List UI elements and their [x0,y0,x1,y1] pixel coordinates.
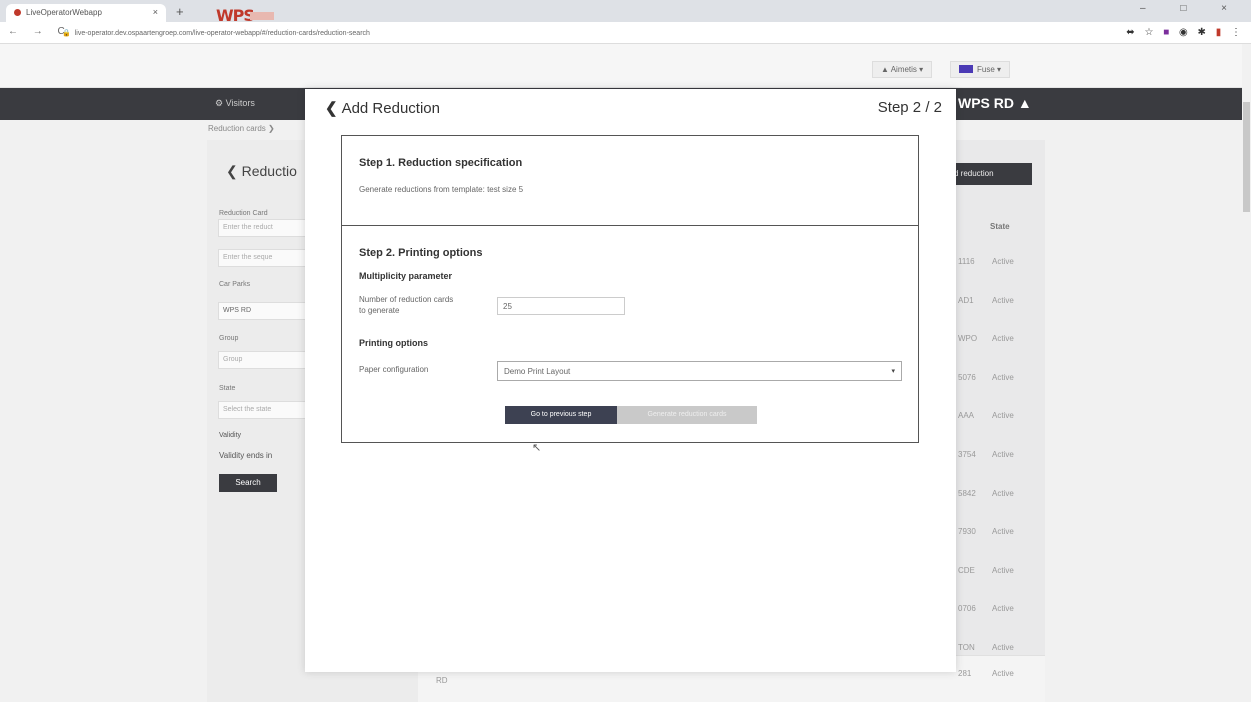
modal-title[interactable]: ❮ Add Reduction [325,99,440,117]
step2-title: Step 2. Printing options [359,247,483,259]
row-code: 1116 [958,257,975,266]
address-bar: ← → C 🔒 live-operator.dev.ospaartengroep.… [0,22,1251,44]
car-park-selector[interactable]: WPS RD ▲ [958,95,1032,111]
printing-options-title: Printing options [359,338,428,348]
row-state: Active [992,257,1014,266]
flag-icon [959,65,973,73]
row-code: 281 [958,669,972,678]
step1-description: Generate reductions from template: test … [359,185,524,194]
browser-tab[interactable]: LiveOperatorWebapp × [6,4,166,22]
reduction-card-label: Reduction Card [219,210,268,217]
row-code: 3754 [958,450,976,459]
row-code: 5842 [958,489,976,498]
group-label: Group [219,335,239,342]
puzzle-icon[interactable]: ✱ [1198,27,1206,38]
favicon-icon [14,9,21,16]
chevron-down-icon: ▾ [891,368,895,375]
add-reduction-modal: ❮ Add Reduction Step 2 / 2 Step 1. Reduct… [305,89,956,672]
row-state: Active [992,450,1014,459]
row-state: Active [992,669,1014,678]
row-code: WPO [958,334,978,343]
extensions-bar: ⬌ ☆ ■ ◉ ✱ ▮ ⋮ [1119,27,1241,38]
wizard-box: Step 1. Reduction specification Generate… [341,135,919,443]
wps-logo[interactable]: WPS [216,6,255,25]
state-column-header: State [990,222,1010,231]
row-code: AAA [958,411,975,420]
paper-configuration-label: Paper configuration [359,365,429,374]
extension-icon[interactable]: ⬌ [1126,27,1134,38]
state-select[interactable]: Select the state [218,401,318,419]
paper-configuration-value: Demo Print Layout [504,367,571,376]
extension-icon[interactable]: ◉ [1179,27,1188,38]
car-parks-label: Car Parks [219,281,251,288]
star-icon[interactable]: ☆ [1144,27,1153,38]
previous-step-button[interactable]: Go to previous step [505,406,617,424]
new-tab-button[interactable]: + [176,4,184,19]
row-state: Active [992,334,1014,343]
lock-icon: 🔒 [62,30,71,37]
car-parks-select[interactable]: WPS RD [218,302,318,320]
generate-cards-button[interactable]: Generate reduction cards [617,406,757,424]
row-code: 0706 [958,604,976,613]
extension-icon[interactable]: ■ [1163,27,1169,38]
validity-label: Validity [219,432,242,439]
breadcrumb[interactable]: Reduction cards ❯ [208,124,275,133]
row-code: 7930 [958,527,976,536]
language-label: Fuse ▾ [977,65,1002,74]
row-code: TON [958,643,975,652]
page-scrollbar[interactable] [1242,44,1251,702]
modal-title-text: Add Reduction [341,100,440,117]
tab-close-icon[interactable]: × [153,7,158,17]
back-chevron-icon[interactable]: ❮ [325,100,338,117]
reduction-card-input[interactable]: Enter the reduct [218,219,318,237]
row-state: Active [992,373,1014,382]
row-state: Active [992,604,1014,613]
row-state: Active [992,411,1014,420]
language-button[interactable]: Fuse ▾ [950,61,1011,78]
add-reduction-button[interactable]: d reduction [950,163,1032,185]
scrollbar-thumb[interactable] [1243,102,1250,212]
step1-section: Step 1. Reduction specification Generate… [342,136,918,226]
row-code: AD1 [958,296,974,305]
group-select[interactable]: Group [218,351,318,369]
row-code: CDE [958,566,975,575]
row-state: Active [992,566,1014,575]
multiplicity-title: Multiplicity parameter [359,271,453,281]
sequence-input[interactable]: Enter the seque [218,249,318,267]
logo-tagline [250,12,274,20]
search-button[interactable]: Search [219,474,277,492]
validity-value[interactable]: Validity ends in [219,451,272,460]
step1-title: Step 1. Reduction specification [359,157,523,169]
menu-icon[interactable]: ⋮ [1231,27,1241,38]
tab-title: LiveOperatorWebapp [26,8,102,17]
row-state: Active [992,489,1014,498]
user-menu-button[interactable]: ▲ Aimetis ▾ [872,61,933,78]
filter-title[interactable]: ❮ Reductio [226,163,297,180]
browser-tabstrip: LiveOperatorWebapp × + – □ × [0,0,1251,22]
number-of-cards-input[interactable]: 25 [497,297,625,315]
row-state: Active [992,527,1014,536]
window-controls[interactable]: – □ × [1140,3,1243,14]
profile-icon[interactable]: ▮ [1216,27,1222,38]
number-label: Number of reduction cards to generate [359,295,454,315]
row-carpark: RD [436,676,448,685]
paper-configuration-select[interactable]: Demo Print Layout ▾ [497,361,902,381]
row-state: Active [992,643,1014,652]
state-label: State [219,385,236,392]
nav-item-visitors[interactable]: ⚙ Visitors [215,98,255,109]
row-state: Active [992,296,1014,305]
row-code: 5076 [958,373,976,382]
mouse-cursor-icon: ↖ [532,442,542,454]
app-header [0,44,1251,88]
url-text: live-operator.dev.ospaartengroep.com/liv… [74,30,370,37]
step-indicator: Step 2 / 2 [877,99,942,116]
url-field[interactable]: 🔒 live-operator.dev.ospaartengroep.com/li… [62,25,1082,41]
